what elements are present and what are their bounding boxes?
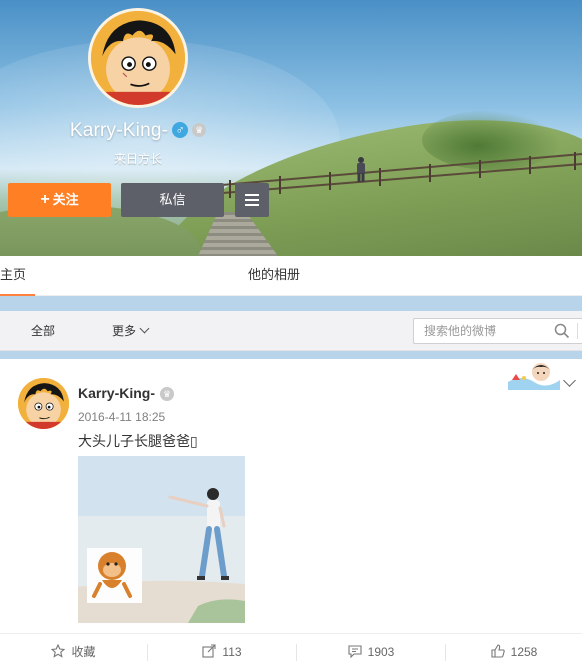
filter-more-label: 更多 bbox=[112, 324, 137, 338]
chevron-down-icon[interactable] bbox=[563, 374, 576, 387]
message-button[interactable]: 私信 bbox=[121, 183, 224, 217]
section-divider bbox=[0, 296, 582, 311]
like-button[interactable]: 1258 bbox=[446, 634, 582, 670]
comment-button[interactable]: 1903 bbox=[297, 634, 445, 670]
cover-person bbox=[352, 156, 370, 182]
repost-count: 113 bbox=[222, 645, 242, 659]
menu-button[interactable] bbox=[235, 183, 269, 217]
like-count: 1258 bbox=[510, 645, 538, 659]
comment-count: 1903 bbox=[367, 645, 395, 659]
like-icon bbox=[491, 644, 505, 658]
search-box bbox=[413, 318, 582, 344]
post-author-label: Karry-King- bbox=[78, 385, 156, 401]
search-divider bbox=[577, 323, 578, 339]
feed-post: Karry-King- ♛ 2016-4-11 18:25 大头儿子长腿爸爸▯ bbox=[0, 359, 582, 670]
share-icon bbox=[202, 644, 216, 658]
post-action-bar: 收藏 113 1903 1258 bbox=[0, 633, 582, 670]
follow-label: 关注 bbox=[52, 192, 79, 207]
section-divider-2 bbox=[0, 351, 582, 359]
chevron-down-icon bbox=[139, 323, 150, 334]
profile-username: Karry-King- bbox=[69, 120, 169, 141]
crown-icon: ♛ bbox=[192, 123, 207, 137]
favorite-button[interactable]: 收藏 bbox=[0, 634, 147, 670]
plus-icon: + bbox=[40, 191, 50, 208]
profile-cover: Karry-King- ♂ ♛ 来日方长 + 关注 私信 bbox=[0, 0, 582, 256]
profile-tabs: 主页 他的相册 bbox=[0, 256, 582, 296]
filter-all[interactable]: 全部 bbox=[31, 311, 55, 351]
follow-button[interactable]: + 关注 bbox=[8, 183, 111, 217]
filter-more[interactable]: 更多 bbox=[112, 311, 150, 351]
tab-album[interactable]: 他的相册 bbox=[248, 256, 300, 296]
tab-home[interactable]: 主页 bbox=[0, 256, 35, 296]
male-icon: ♂ bbox=[172, 122, 189, 138]
search-icon[interactable] bbox=[554, 323, 570, 339]
crown-icon: ♛ bbox=[160, 387, 175, 401]
post-author[interactable]: Karry-King- ♛ bbox=[78, 385, 175, 401]
feed-filter-bar: 全部 更多 bbox=[0, 311, 582, 351]
favorite-label: 收藏 bbox=[71, 645, 96, 659]
menu-icon bbox=[245, 194, 259, 206]
post-text: 大头儿子长腿爸爸▯ bbox=[78, 433, 198, 449]
profile-avatar[interactable] bbox=[88, 8, 188, 108]
star-icon bbox=[51, 643, 66, 658]
decoration-sticker-icon bbox=[508, 360, 560, 390]
comment-icon bbox=[348, 645, 362, 659]
profile-location: 来日方长 bbox=[113, 152, 162, 166]
post-timestamp[interactable]: 2016-4-11 18:25 bbox=[78, 410, 165, 424]
post-photo[interactable] bbox=[78, 456, 245, 623]
repost-button[interactable]: 113 bbox=[148, 634, 296, 670]
search-input[interactable] bbox=[414, 319, 544, 343]
post-avatar[interactable] bbox=[18, 378, 69, 429]
profile-name-row: Karry-King- ♂ ♛ bbox=[0, 120, 276, 142]
